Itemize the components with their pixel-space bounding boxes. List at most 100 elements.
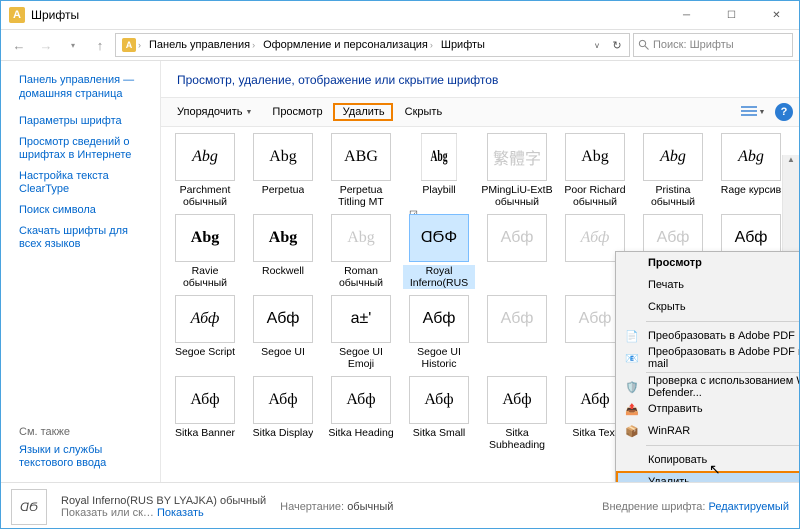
delete-button[interactable]: Удалить: [333, 103, 393, 121]
fonts-app-icon: A: [122, 38, 136, 52]
font-name-label: Sitka Heading: [328, 427, 393, 451]
font-name-label: Rockwell: [262, 265, 304, 289]
refresh-button[interactable]: ↻: [607, 39, 627, 52]
font-thumbnail: Абф: [175, 295, 235, 343]
search-input[interactable]: Поиск: Шрифты: [633, 33, 793, 57]
font-thumbnail: Abg: [253, 214, 313, 262]
font-name-label: Segoe Script: [175, 346, 235, 370]
context-menu: Просмотр Печать Скрыть 📄Преобразовать в …: [615, 251, 799, 482]
maximize-button[interactable]: ☐: [709, 1, 754, 29]
sidebar-link-download-fonts[interactable]: Скачать шрифты для всех языков: [19, 225, 150, 251]
view-icon: [741, 106, 757, 118]
font-thumbnail: Abg: [565, 133, 625, 181]
font-item[interactable]: Abg Ravie обычный: [169, 214, 241, 289]
see-also-label: См. также: [19, 426, 149, 438]
font-name-label: Ravie обычный: [169, 265, 241, 289]
font-thumbnail: Абф: [331, 376, 391, 424]
font-name-label: Sitka Small: [413, 427, 466, 451]
font-item[interactable]: AbgPerpetua: [247, 133, 319, 208]
font-item[interactable]: АбфSitka Subheading: [481, 376, 553, 451]
pdf-email-icon: 📧: [624, 350, 640, 366]
font-name-label: Segoe UI Emoji обычный: [325, 346, 397, 370]
ctx-convert-pdf-email[interactable]: 📧Преобразовать в Adobe PDF и отправить п…: [616, 347, 799, 369]
font-item[interactable]: АбфSegoe UI: [247, 295, 319, 370]
sidebar-link-text-services[interactable]: Языки и службы текстового ввода: [19, 444, 149, 470]
details-embed-link[interactable]: Редактируемый: [709, 501, 790, 513]
sidebar-link-cleartype[interactable]: Настройка текста ClearType: [19, 170, 150, 196]
font-thumbnail: ABG: [331, 133, 391, 181]
main-pane: Просмотр, удаление, отображение или скры…: [161, 61, 799, 482]
font-item[interactable]: ABGPerpetua Titling MT: [325, 133, 397, 208]
font-item[interactable]: АбфSegoe UI Historic обычный: [403, 295, 475, 370]
ctx-winrar[interactable]: 📦WinRAR▶: [616, 420, 799, 442]
shield-icon: 🛡️: [624, 379, 640, 395]
font-item[interactable]: Абф: [481, 295, 553, 370]
font-item[interactable]: ⱭϬΦRoyal Inferno(RUS BY LYAJKA) обычный: [403, 214, 475, 289]
preview-button[interactable]: Просмотр: [262, 103, 330, 121]
address-bar: ← → ▾ ↑ A› Панель управления › Оформлени…: [1, 29, 799, 61]
minimize-button[interactable]: ─: [664, 1, 709, 29]
ctx-convert-pdf[interactable]: 📄Преобразовать в Adobe PDF: [616, 325, 799, 347]
font-item[interactable]: a±' Segoe UI Emoji обычный: [325, 295, 397, 370]
hide-button[interactable]: Скрыть: [395, 103, 451, 121]
font-item[interactable]: AbgRoman обычный: [325, 214, 397, 289]
font-item[interactable]: АбфSitka Banner: [169, 376, 241, 451]
pdf-icon: 📄: [624, 328, 640, 344]
font-thumbnail: 繁體字: [487, 133, 547, 181]
font-item[interactable]: Абф Sitka Heading: [325, 376, 397, 451]
details-embed-label: Внедрение шрифта:: [602, 501, 705, 513]
font-item[interactable]: AbgRage курсив: [715, 133, 787, 208]
search-icon: [638, 39, 650, 51]
details-thumbnail: ⱭϬ: [11, 489, 47, 525]
font-name-label: Rage курсив: [721, 184, 781, 208]
ctx-preview[interactable]: Просмотр: [616, 252, 799, 274]
help-button[interactable]: ?: [775, 103, 793, 121]
breadcrumb-item[interactable]: Панель управления ›: [145, 37, 259, 53]
up-button[interactable]: ↑: [88, 33, 112, 57]
winrar-icon: 📦: [624, 423, 640, 439]
breadcrumb[interactable]: A› Панель управления › Оформление и перс…: [115, 33, 630, 57]
toolbar: Упорядочить▼ Просмотр Удалить Скрыть ▼ ?: [161, 97, 799, 127]
font-item[interactable]: AbgPlaybill: [403, 133, 475, 208]
ctx-send-to[interactable]: 📤Отправить▶: [616, 398, 799, 420]
close-button[interactable]: ✕: [754, 1, 799, 29]
details-show-link[interactable]: Показать: [157, 507, 204, 519]
font-item[interactable]: AbgPoor Richard обычный: [559, 133, 631, 208]
recent-locations-button[interactable]: ▾: [61, 33, 85, 57]
font-name-label: Sitka Banner: [175, 427, 235, 451]
font-thumbnail: Abg: [643, 133, 703, 181]
breadcrumb-item[interactable]: Оформление и персонализация ›: [259, 37, 437, 53]
font-thumbnail: Абф: [487, 214, 547, 262]
ctx-windows-defender[interactable]: 🛡️Проверка с использованием Windows Defe…: [616, 376, 799, 398]
font-name-label: PMingLiU-ExtB обычный: [481, 184, 553, 208]
back-button[interactable]: ←: [7, 33, 31, 57]
ctx-delete[interactable]: Удалить: [616, 471, 799, 482]
sidebar: Панель управления — домашняя страница Па…: [1, 61, 161, 482]
font-item[interactable]: AbgPristina обычный: [637, 133, 709, 208]
sidebar-link-font-info-online[interactable]: Просмотр сведений о шрифтах в Интернете: [19, 136, 150, 162]
ctx-hide[interactable]: Скрыть: [616, 296, 799, 318]
font-thumbnail: Abg: [175, 214, 235, 262]
font-name-label: Royal Inferno(RUS BY LYAJKA) обычный: [403, 265, 475, 289]
font-item[interactable]: Абф: [481, 214, 553, 289]
font-item[interactable]: Абф Segoe Script: [169, 295, 241, 370]
font-item[interactable]: АбфSitka Display: [247, 376, 319, 451]
view-options-button[interactable]: ▼: [739, 100, 767, 124]
sidebar-link-find-char[interactable]: Поиск символа: [19, 204, 150, 217]
ctx-print[interactable]: Печать: [616, 274, 799, 296]
font-item[interactable]: 繁體字 PMingLiU-ExtB обычный: [481, 133, 553, 208]
forward-button[interactable]: →: [34, 33, 58, 57]
font-thumbnail: a±': [331, 295, 391, 343]
font-item[interactable]: Abg Rockwell: [247, 214, 319, 289]
font-thumbnail: Абф: [487, 376, 547, 424]
font-item[interactable]: AbgParchment обычный: [169, 133, 241, 208]
breadcrumb-item[interactable]: Шрифты: [437, 37, 489, 53]
font-item[interactable]: АбфSitka Small: [403, 376, 475, 451]
organize-button[interactable]: Упорядочить▼: [167, 103, 260, 121]
sidebar-link-font-settings[interactable]: Параметры шрифта: [19, 115, 150, 128]
control-panel-home-link[interactable]: Панель управления — домашняя страница: [19, 73, 150, 101]
ctx-copy[interactable]: Копировать: [616, 449, 799, 471]
history-dropdown[interactable]: v: [587, 41, 607, 50]
page-heading: Просмотр, удаление, отображение или скры…: [161, 61, 799, 97]
search-placeholder: Поиск: Шрифты: [653, 39, 734, 51]
